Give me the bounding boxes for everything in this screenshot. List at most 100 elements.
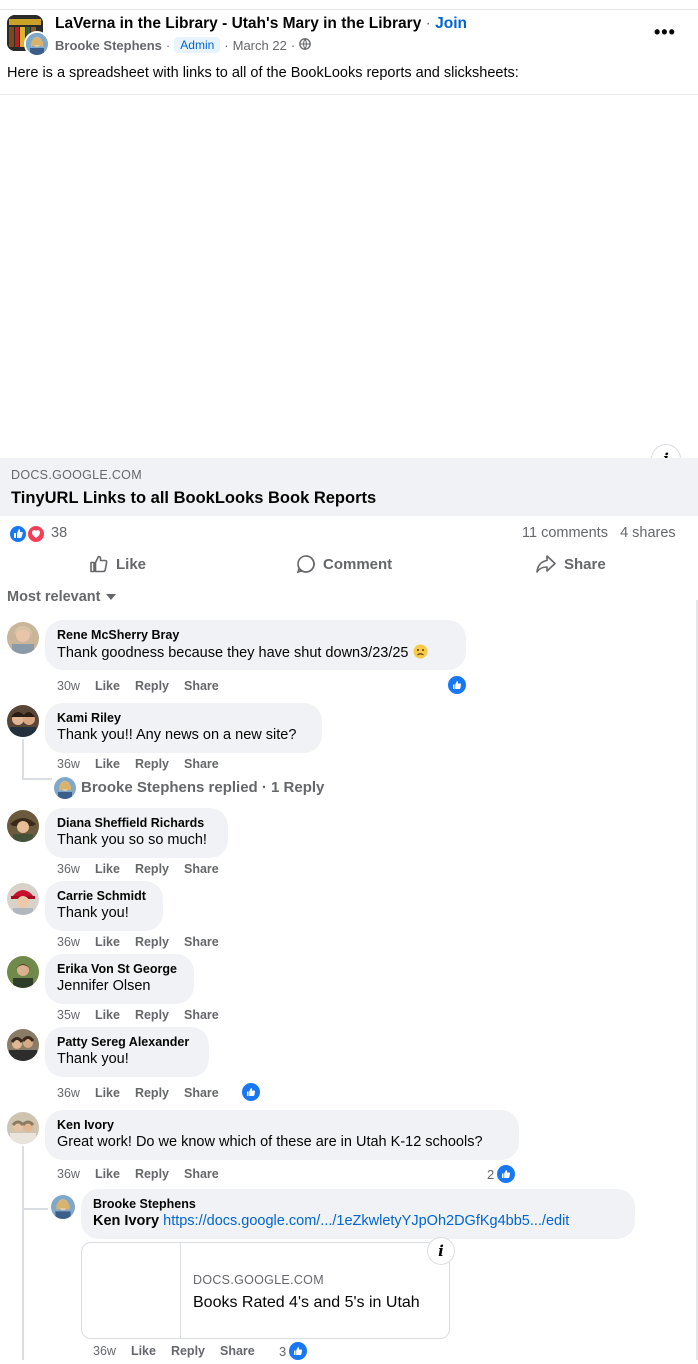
commenter-avatar[interactable] [7,810,39,842]
reaction-icons[interactable] [8,524,48,544]
comment-meta: 30w Like Reply Share [57,679,219,693]
comment-reply-link[interactable]: Reply [135,1167,169,1181]
comment-like-link[interactable]: Like [95,679,120,693]
title-separator: · [425,15,431,32]
comment-like-link[interactable]: Like [95,1167,120,1181]
like-count-number: 3 [279,1343,287,1359]
sort-dropdown[interactable]: Most relevant [7,589,117,605]
share-button[interactable]: Share [535,552,606,576]
link-preview-image[interactable] [0,95,698,458]
reply-author-avatar[interactable] [54,777,76,799]
share-label: Share [564,555,606,573]
comment-text: Thank you!! Any news on a new site? [57,727,297,743]
author-avatar[interactable] [24,31,50,57]
like-badge-icon [495,1163,518,1185]
group-title[interactable]: LaVerna in the Library - Utah's Mary in … [55,15,421,32]
like-badge-icon [287,1340,310,1362]
comment-text: Thank you so so much! [57,832,207,848]
reply-reply-link[interactable]: Reply [171,1344,205,1358]
comment-reply-link[interactable]: Reply [135,757,169,771]
comment-reply-link[interactable]: Reply [135,679,169,693]
comment-share-link[interactable]: Share [184,757,219,771]
share-icon [536,555,556,573]
reply-author-name[interactable]: Brooke Stephens [93,1197,623,1211]
reply-like-link[interactable]: Like [131,1344,156,1358]
comment-like-link[interactable]: Like [95,862,120,876]
commenter-name[interactable]: Patty Sereg Alexander [57,1035,197,1049]
comment-text: Thank you! [57,1051,129,1067]
comment-like-count[interactable]: 2 [487,1163,518,1185]
comment-time[interactable]: 36w [57,757,80,771]
thread-line [22,1146,24,1360]
reaction-count[interactable]: 38 [51,525,67,541]
comment-reply-link[interactable]: Reply [135,1086,169,1100]
post-text: Here is a spreadsheet with links to all … [7,65,519,81]
comment-icon [296,555,315,574]
comment-meta: 36w Like Reply Share [57,1086,219,1100]
thread-line [22,778,52,780]
comment-like-link[interactable]: Like [95,1086,120,1100]
comment-reply-link[interactable]: Reply [135,1008,169,1022]
more-options-icon[interactable]: ••• [654,22,676,43]
comment-share-link[interactable]: Share [184,862,219,876]
comment-bubble: Kami Riley Thank you!! Any news on a new… [45,703,322,753]
commenter-name[interactable]: Carrie Schmidt [57,889,151,903]
comment-time[interactable]: 36w [57,1167,80,1181]
comments-count[interactable]: 11 comments [522,525,608,541]
admin-badge: Admin [174,37,221,53]
meta-separator: · [290,37,296,53]
reply-time[interactable]: 36w [93,1344,116,1358]
reply-like-count[interactable]: 3 [279,1340,310,1362]
reply-link[interactable]: https://docs.google.com/.../1eZkwletyYJp… [163,1213,569,1229]
comment-share-link[interactable]: Share [184,935,219,949]
info-icon[interactable]: i [428,1238,454,1264]
comment-share-link[interactable]: Share [184,1008,219,1022]
post-meta: Brooke Stephens · Admin · March 22 · [55,37,312,53]
comment-like-link[interactable]: Like [95,757,120,771]
post-date[interactable]: March 22 [233,38,287,53]
comment-time[interactable]: 36w [57,1086,80,1100]
comment-button[interactable]: Comment [296,552,392,576]
comment-like-badge-icon[interactable] [446,674,468,696]
commenter-name[interactable]: Ken Ivory [57,1118,507,1132]
reply-mention[interactable]: Ken Ivory [93,1213,159,1229]
comment-time[interactable]: 30w [57,679,80,693]
like-count-number: 2 [487,1166,495,1182]
comment-mention[interactable]: Jennifer Olsen [57,978,182,994]
preview-divider [180,1243,181,1338]
sad-emoji-icon [413,644,428,661]
reply-link-preview[interactable]: DOCS.GOOGLE.COM Books Rated 4's and 5's … [81,1242,450,1339]
shares-count[interactable]: 4 shares [620,525,676,541]
commenter-avatar[interactable] [7,1112,39,1144]
view-replies-link[interactable]: Brooke Stephens replied · 1 Reply [81,779,324,796]
commenter-avatar[interactable] [7,1029,39,1061]
comment-like-link[interactable]: Like [95,935,120,949]
comment-time[interactable]: 36w [57,935,80,949]
commenter-avatar[interactable] [7,705,39,737]
comment-share-link[interactable]: Share [184,1167,219,1181]
post-author[interactable]: Brooke Stephens [55,38,162,53]
comment-like-link[interactable]: Like [95,1008,120,1022]
thumbs-up-icon [90,555,108,573]
reply-preview-title: Books Rated 4's and 5's in Utah [193,1294,420,1311]
comment-like-badge-icon[interactable] [240,1081,262,1103]
link-preview-title[interactable]: TinyURL Links to all BookLooks Book Repo… [11,489,376,508]
join-link[interactable]: Join [435,15,467,32]
comment-share-link[interactable]: Share [184,679,219,693]
commenter-avatar[interactable] [7,622,39,654]
commenter-name[interactable]: Diana Sheffield Richards [57,816,216,830]
comment-text: Thank you! [57,905,129,921]
commenter-name[interactable]: Kami Riley [57,711,310,725]
comment-time[interactable]: 36w [57,862,80,876]
comment-time[interactable]: 35w [57,1008,80,1022]
comment-share-link[interactable]: Share [184,1086,219,1100]
commenter-name[interactable]: Erika Von St George [57,962,182,976]
comment-reply-link[interactable]: Reply [135,935,169,949]
commenter-avatar[interactable] [7,883,39,915]
commenter-name[interactable]: Rene McSherry Bray [57,628,454,642]
reply-share-link[interactable]: Share [220,1344,255,1358]
commenter-avatar[interactable] [7,956,39,988]
comment-reply-link[interactable]: Reply [135,862,169,876]
like-button[interactable]: Like [89,552,146,576]
reply-author-avatar[interactable] [51,1195,75,1219]
